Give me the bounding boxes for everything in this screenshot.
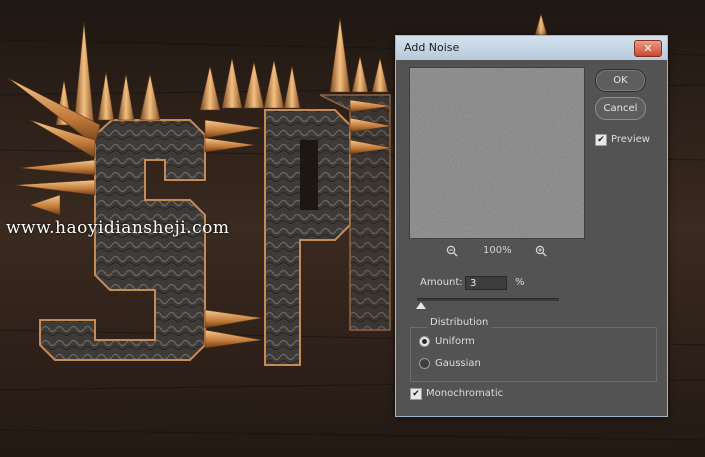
uniform-radio[interactable]: [419, 336, 430, 347]
watermark-text: www.haoyidiansheji.com: [6, 218, 230, 238]
monochromatic-checkbox[interactable]: ✔: [410, 388, 422, 400]
amount-unit: %: [515, 277, 525, 288]
dialog-title: Add Noise: [404, 41, 460, 54]
preview-label: Preview: [611, 134, 650, 145]
monochromatic-label: Monochromatic: [426, 388, 504, 399]
amount-label: Amount:: [420, 277, 463, 288]
ok-button[interactable]: OK: [595, 69, 646, 92]
zoom-in-icon[interactable]: [535, 245, 547, 260]
uniform-label: Uniform: [435, 336, 475, 347]
gaussian-label: Gaussian: [435, 358, 481, 369]
zoom-out-icon[interactable]: [446, 245, 458, 260]
cancel-button[interactable]: Cancel: [595, 97, 646, 120]
close-button[interactable]: ✕: [634, 40, 662, 57]
amount-input[interactable]: 3: [465, 276, 507, 290]
amount-slider-thumb[interactable]: [416, 302, 426, 309]
preview-area[interactable]: [409, 67, 585, 239]
amount-slider-track[interactable]: [417, 298, 559, 301]
add-noise-dialog: Add Noise ✕ 100% OK Cancel ✔ Preview Amo…: [395, 35, 668, 417]
distribution-title: Distribution: [427, 317, 492, 328]
close-icon: ✕: [643, 42, 653, 55]
preview-checkbox[interactable]: ✔: [595, 134, 607, 146]
noise-preview-image: [410, 68, 584, 238]
dialog-titlebar[interactable]: Add Noise ✕: [396, 36, 667, 60]
gaussian-radio[interactable]: [419, 358, 430, 369]
zoom-level: 100%: [483, 245, 512, 256]
